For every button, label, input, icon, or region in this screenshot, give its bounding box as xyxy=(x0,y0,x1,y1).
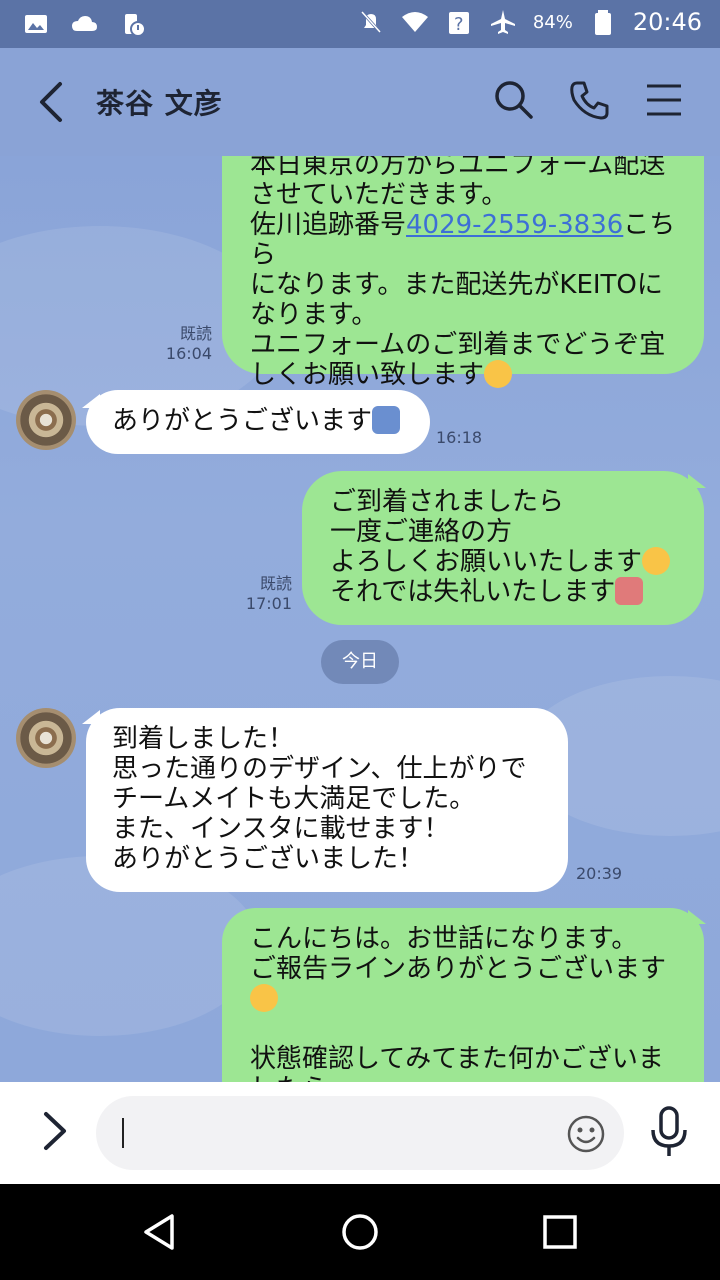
message-text: それでは失礼いたします xyxy=(330,577,616,607)
svg-text:?: ? xyxy=(454,14,464,35)
recents-nav-icon[interactable] xyxy=(540,1212,580,1252)
chat-header: 茶谷 文彦 xyxy=(0,48,720,156)
search-icon[interactable] xyxy=(492,78,536,122)
emoji-icon[interactable] xyxy=(566,1114,606,1154)
message-time: 16:04 xyxy=(165,344,212,363)
status-bar: ? 84% 20:46 xyxy=(0,0,720,48)
message-input-field[interactable] xyxy=(96,1096,624,1170)
message-input-bar xyxy=(0,1082,720,1184)
clock: 20:46 xyxy=(632,8,702,36)
signal-unknown-icon: ? xyxy=(448,12,469,35)
cloud-icon xyxy=(72,16,97,31)
image-icon xyxy=(25,15,47,33)
message-text: ご到着されましたら 一度ご連絡の方 よろしくお願いいたします xyxy=(330,487,643,577)
mic-icon[interactable] xyxy=(648,1104,690,1160)
read-receipt: 既読 xyxy=(259,574,292,593)
phone-icon[interactable] xyxy=(568,78,612,122)
smile-emoji-icon xyxy=(250,984,278,1012)
smile-emoji-icon xyxy=(642,547,671,575)
avatar[interactable] xyxy=(16,708,76,768)
message-time: 16:18 xyxy=(436,428,483,447)
battery-alert-icon xyxy=(125,14,146,37)
message-text: ありがとうございます xyxy=(112,406,373,436)
message-text: 状態確認してみてまた何かございま したら xyxy=(250,1044,664,1082)
message-text: 到着しました！ 思った通りのデザイン、仕上がりで チームメイトも大満足でした。 … xyxy=(112,724,527,874)
menu-icon[interactable] xyxy=(642,78,686,122)
message-meta: 既読 16:04 xyxy=(160,324,212,364)
bubble-tail xyxy=(688,910,706,924)
message-bubble-outgoing[interactable]: こんにちは。お世話になります。 ご報告ラインありがとうございます 状態確認してみ… xyxy=(222,908,704,1082)
bowing-person-emoji-icon xyxy=(372,406,401,434)
avatar[interactable] xyxy=(16,390,76,450)
airplane-icon xyxy=(490,10,515,34)
message-bubble-outgoing[interactable]: ご到着されましたら 一度ご連絡の方 よろしくお願いいたします それでは失礼いたし… xyxy=(302,471,704,625)
smile-emoji-icon xyxy=(484,360,513,388)
message-text: こんにちは。お世話になります。 ご報告ラインありがとうございます xyxy=(250,924,667,984)
navigation-bar xyxy=(0,1184,720,1280)
message-input[interactable] xyxy=(126,1114,546,1152)
battery-percent: 84% xyxy=(532,11,573,33)
message-time: 17:01 xyxy=(245,594,292,613)
message-meta: 既読 17:01 xyxy=(240,574,292,614)
home-nav-icon[interactable] xyxy=(340,1212,380,1252)
message-time: 20:39 xyxy=(576,864,623,883)
bubble-tail xyxy=(688,474,706,488)
message-bubble-outgoing[interactable]: 本日東京の方からユニフォーム配送 させていただきます。 佐川追跡番号4029-2… xyxy=(222,156,704,390)
text-cursor xyxy=(122,1118,124,1148)
date-divider: 今日 xyxy=(321,640,399,684)
read-receipt: 既読 xyxy=(179,324,212,343)
message-bubble-incoming[interactable]: ありがとうございます xyxy=(86,390,430,454)
battery-icon xyxy=(594,10,611,35)
chat-area[interactable]: 既読 16:04 本日東京の方からユニフォーム配送 させていただきます。 佐川追… xyxy=(0,156,720,1082)
chat-title: 茶谷 文彦 xyxy=(96,87,223,120)
message-bubble-incoming[interactable]: 到着しました！ 思った通りのデザイン、仕上がりで チームメイトも大満足でした。 … xyxy=(86,708,568,892)
back-icon[interactable] xyxy=(30,78,74,126)
back-nav-icon[interactable] xyxy=(140,1212,180,1252)
tracking-link[interactable]: 4029-2559-3836 xyxy=(406,210,623,240)
wifi-icon xyxy=(401,12,428,32)
bowing-woman-emoji-icon xyxy=(615,577,644,605)
notifications-off-icon xyxy=(360,10,381,34)
expand-icon[interactable] xyxy=(36,1108,72,1154)
